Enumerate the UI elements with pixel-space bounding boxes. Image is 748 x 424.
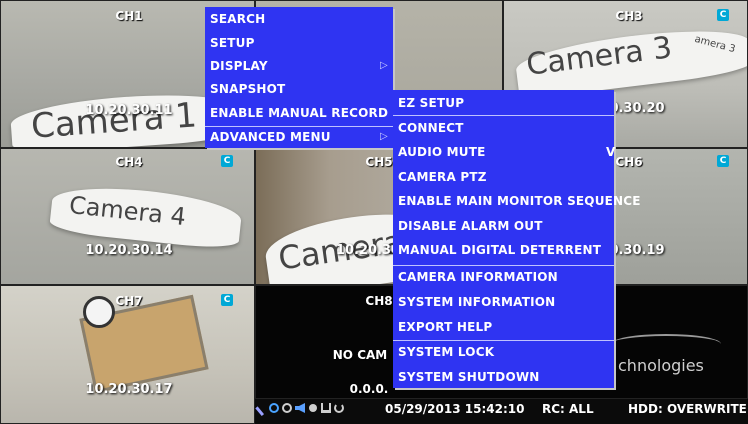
channel-label: CH4	[115, 155, 143, 169]
menu-item-search[interactable]: SEARCH	[210, 12, 265, 26]
menu-item-camera-information[interactable]: CAMERA INFORMATION	[398, 270, 558, 284]
status-bar: 05/29/2013 15:42:10 RC: ALL HDD: OVERWRI…	[255, 399, 748, 424]
channel-label: CH5	[365, 155, 393, 169]
channel-label: CH1	[115, 9, 143, 23]
recording-badge: C	[221, 294, 233, 306]
menu-item-export-help[interactable]: EXPORT HELP	[398, 320, 492, 334]
camera-ip: 10.20.30.14	[85, 243, 173, 258]
submenu-arrow-icon: ▷	[380, 60, 388, 71]
menu-item-system-information[interactable]: SYSTEM INFORMATION	[398, 295, 555, 309]
channel-label: CH6	[615, 155, 643, 169]
menu-item-display[interactable]: DISPLAY	[210, 59, 268, 73]
camera-ip: 0.30.19	[609, 243, 665, 258]
menu-item-advanced-menu[interactable]: ADVANCED MENU	[210, 130, 331, 144]
datetime: 05/29/2013 15:42:10	[385, 402, 525, 416]
watermark-text: chnologies	[618, 356, 704, 375]
recording-badge: C	[221, 155, 233, 167]
menu-separator	[205, 126, 393, 127]
rc-status: RC: ALL	[542, 402, 594, 416]
camera-ip: 10.20.30.11	[85, 103, 173, 118]
channel-label: CH3	[615, 9, 643, 23]
dvr-screen: Camera 1 CH1 10.20.30.11 Camera 3 amera …	[0, 0, 748, 424]
clock-icon[interactable]	[282, 403, 292, 413]
menu-separator	[393, 265, 614, 266]
main-menu: SEARCH SETUP DISPLAY ▷ SNAPSHOT ENABLE M…	[205, 7, 393, 148]
menu-item-enable-manual-record[interactable]: ENABLE MANUAL RECORD	[210, 106, 388, 120]
advanced-menu: EZ SETUP CONNECT AUDIO MUTE V CAMERA PTZ…	[393, 90, 641, 388]
camera-ip: 0.0.0.	[349, 382, 389, 396]
speaker-icon[interactable]	[295, 403, 305, 413]
menu-separator	[393, 340, 614, 341]
hdd-status: HDD: OVERWRITE	[628, 402, 747, 416]
lan-icon[interactable]	[321, 403, 331, 413]
watermark-swoosh	[611, 334, 721, 354]
menu-item-snapshot[interactable]: SNAPSHOT	[210, 82, 285, 96]
menu-item-setup[interactable]: SETUP	[210, 36, 255, 50]
menu-item-audio-mute[interactable]: AUDIO MUTE	[398, 145, 486, 159]
camera-ip: 0.30.20	[609, 101, 665, 116]
submenu-arrow-icon: ▷	[380, 131, 388, 142]
audio-mute-check: V	[606, 145, 616, 159]
camera-ip: 10.20.30.17	[85, 382, 173, 397]
menu-item-connect[interactable]: CONNECT	[398, 121, 464, 135]
wall-clock-icon	[83, 296, 115, 328]
camera-tile-ch4[interactable]: Camera 4 CH4 C 10.20.30.14	[0, 148, 255, 285]
menu-item-disable-alarm-out[interactable]: DISABLE ALARM OUT	[398, 219, 543, 233]
menu-item-manual-digital-deterrent[interactable]: MANUAL DIGITAL DETERRENT	[398, 243, 601, 257]
recording-badge: C	[717, 9, 729, 21]
menu-item-enable-main-monitor-sequence[interactable]: ENABLE MAIN MONITOR SEQUENCE	[398, 194, 641, 208]
menu-item-camera-ptz[interactable]: CAMERA PTZ	[398, 170, 487, 184]
refresh-icon[interactable]	[334, 403, 344, 413]
channel-label: CH8	[365, 294, 393, 308]
menu-separator	[393, 115, 614, 116]
sun-icon[interactable]	[309, 404, 317, 412]
menu-item-system-lock[interactable]: SYSTEM LOCK	[398, 345, 494, 359]
no-camera-text: NO CAM	[332, 348, 388, 362]
channel-label: CH7	[115, 294, 143, 308]
network-icon[interactable]	[269, 403, 279, 413]
recording-badge: C	[717, 155, 729, 167]
menu-item-system-shutdown[interactable]: SYSTEM SHUTDOWN	[398, 370, 540, 384]
menu-item-ez-setup[interactable]: EZ SETUP	[398, 96, 464, 110]
camera-tile-ch7[interactable]: CH7 C 10.20.30.17	[0, 285, 255, 424]
camera-ip: 10.20.30	[335, 243, 401, 258]
